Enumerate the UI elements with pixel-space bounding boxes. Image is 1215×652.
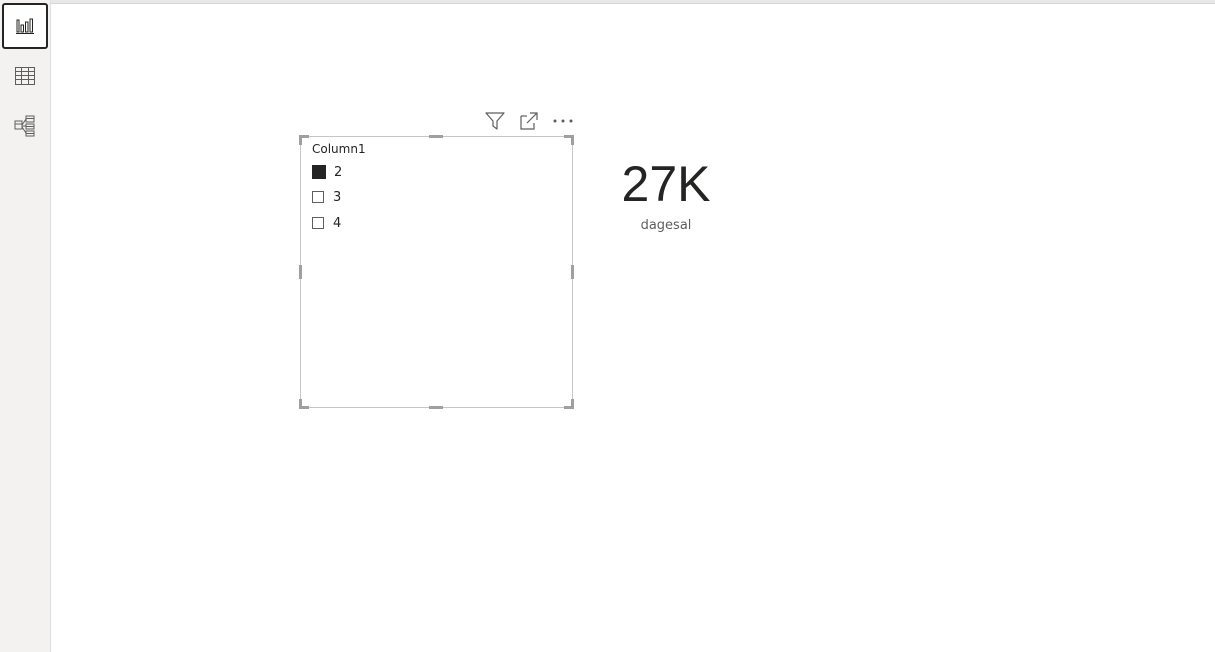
model-view-icon (14, 115, 35, 137)
focus-mode-icon (520, 112, 538, 130)
slicer-item-label: 2 (334, 164, 343, 180)
resize-handle-top[interactable] (429, 135, 443, 138)
focus-mode-button[interactable] (516, 108, 542, 134)
checkbox-checked[interactable] (312, 165, 326, 179)
resize-handle-top-left-v[interactable] (299, 135, 302, 145)
card-label: dagesal (640, 218, 692, 233)
checkbox-unchecked[interactable] (312, 191, 324, 203)
slicer-item-label: 3 (333, 189, 342, 205)
more-options-icon (553, 119, 573, 123)
slicer-item[interactable]: 2 (312, 163, 342, 181)
column1-slicer[interactable]: Column1 2 3 4 (299, 135, 574, 409)
slicer-item[interactable]: 3 (312, 188, 341, 206)
resize-handle-bottom-left-v[interactable] (299, 399, 302, 409)
data-view-button[interactable] (2, 53, 48, 99)
view-sidebar (0, 0, 51, 652)
slicer-title: Column1 (312, 142, 366, 156)
resize-handle-top-right-v[interactable] (571, 135, 574, 145)
data-view-icon (15, 67, 35, 85)
resize-handle-bottom-right-v[interactable] (571, 399, 574, 409)
model-view-button[interactable] (2, 103, 48, 149)
more-options-button[interactable] (550, 108, 576, 134)
report-view-icon (16, 18, 34, 34)
slicer-item[interactable]: 4 (312, 214, 341, 232)
card-value: 27K (621, 156, 711, 212)
visual-header (474, 108, 576, 134)
filter-icon (485, 112, 505, 130)
dagesal-card[interactable]: 27K dagesal (600, 150, 732, 240)
report-view-button[interactable] (2, 3, 48, 49)
resize-handle-bottom[interactable] (429, 406, 443, 409)
slicer-item-label: 4 (333, 215, 342, 231)
checkbox-unchecked[interactable] (312, 217, 324, 229)
resize-handle-left[interactable] (299, 265, 302, 279)
resize-handle-right[interactable] (571, 265, 574, 279)
report-canvas[interactable] (51, 4, 1215, 652)
filter-button[interactable] (482, 108, 508, 134)
